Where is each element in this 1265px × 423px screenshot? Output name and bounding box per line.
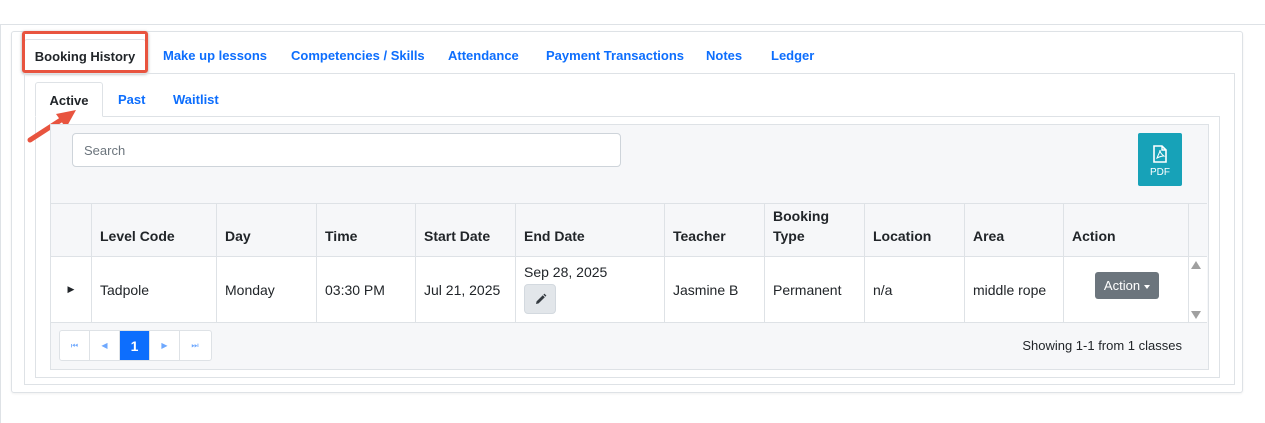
cell-area: middle rope: [965, 257, 1064, 322]
scroll-up-arrow-icon[interactable]: [1191, 261, 1201, 269]
page-1-button[interactable]: 1: [120, 331, 150, 360]
row-expand-toggle[interactable]: ▶: [51, 257, 92, 322]
column-header-expander: [51, 204, 92, 257]
caret-down-icon: [1144, 284, 1151, 289]
next-page-button[interactable]: ▶: [150, 331, 180, 360]
cell-start-date: Jul 21, 2025: [416, 257, 516, 322]
column-header-end-date[interactable]: End Date: [516, 204, 665, 257]
cell-end-date: Sep 28, 2025: [516, 257, 665, 322]
cell-booking-type: Permanent: [765, 257, 865, 322]
column-header-time[interactable]: Time: [317, 204, 416, 257]
column-header-area[interactable]: Area: [965, 204, 1064, 257]
edit-end-date-button[interactable]: [524, 284, 556, 314]
pagination: ⏮ ◀ 1 ▶ ⏭: [59, 330, 212, 361]
column-header-teacher[interactable]: Teacher: [665, 204, 765, 257]
column-header-level-code[interactable]: Level Code: [92, 204, 217, 257]
column-header-booking-type[interactable]: Booking Type: [765, 204, 865, 257]
highlight-box: [22, 31, 148, 73]
tab-waitlist[interactable]: Waitlist: [173, 82, 219, 117]
cell-teacher: Jasmine B: [665, 257, 765, 322]
end-date-value: Sep 28, 2025: [524, 264, 608, 280]
previous-page-button[interactable]: ◀: [90, 331, 120, 360]
pdf-button-label: PDF: [1150, 167, 1170, 178]
tab-notes[interactable]: Notes: [706, 39, 742, 73]
column-header-start-date[interactable]: Start Date: [416, 204, 516, 257]
cell-time: 03:30 PM: [317, 257, 416, 322]
cell-location: n/a: [865, 257, 965, 322]
cell-action: Action: [1064, 257, 1189, 322]
search-input[interactable]: [72, 133, 621, 167]
pdf-file-icon: [1153, 145, 1167, 163]
cell-level-code: Tadpole: [92, 257, 217, 322]
tab-ledger[interactable]: Ledger: [771, 39, 814, 73]
tab-make-up-lessons[interactable]: Make up lessons: [163, 39, 267, 73]
tab-attendance[interactable]: Attendance: [448, 39, 519, 73]
table-row: ▶ Tadpole Monday 03:30 PM Jul 21, 2025 S…: [51, 257, 1207, 323]
tab-past[interactable]: Past: [118, 82, 145, 117]
first-page-button[interactable]: ⏮: [60, 331, 90, 360]
table-header: Level Code Day Time Start Date End Date …: [51, 203, 1207, 257]
column-header-action: Action: [1064, 204, 1189, 257]
action-dropdown-button[interactable]: Action: [1095, 272, 1159, 299]
last-page-button[interactable]: ⏭: [180, 331, 210, 360]
tab-competencies-skills[interactable]: Competencies / Skills: [291, 39, 425, 73]
column-header-day[interactable]: Day: [217, 204, 317, 257]
page-left-divider: [0, 24, 1, 423]
pdf-export-button[interactable]: PDF: [1138, 133, 1182, 186]
pagination-summary: Showing 1-1 from 1 classes: [1022, 338, 1182, 353]
tab-payment-transactions[interactable]: Payment Transactions: [546, 39, 684, 73]
action-button-label: Action: [1103, 278, 1141, 293]
column-header-location[interactable]: Location: [865, 204, 965, 257]
scroll-down-arrow-icon[interactable]: [1191, 311, 1201, 319]
page-top-divider: [0, 24, 1265, 25]
pencil-icon: [536, 293, 547, 304]
cell-day: Monday: [217, 257, 317, 322]
